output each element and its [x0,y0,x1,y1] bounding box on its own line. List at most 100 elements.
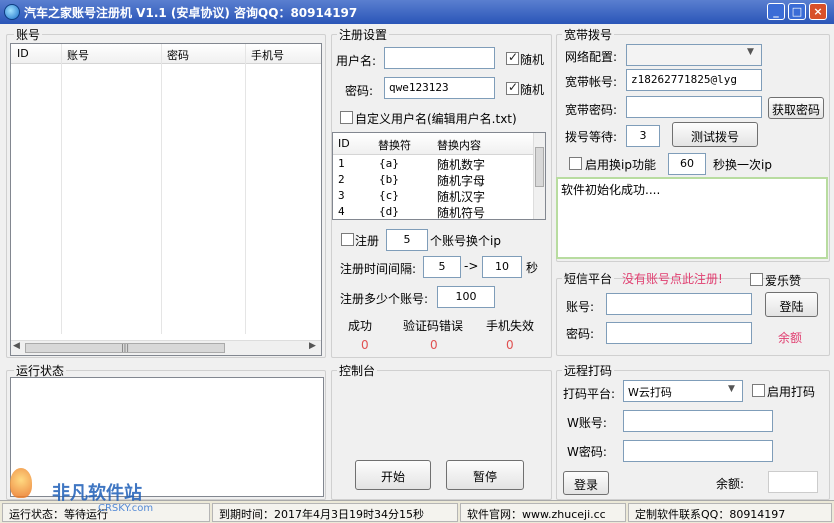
sms-login-button[interactable]: 登陆 [765,292,818,317]
stat-phone-value: 0 [506,338,514,352]
interval-label: 注册时间间隔: [340,262,417,276]
table-row[interactable]: 3 {c} 随机汉字 [333,188,533,204]
bb-account-label: 宽带帐号: [565,75,618,89]
row-id: 1 [338,157,345,170]
table-row[interactable]: 2 {b} 随机字母 [333,172,533,188]
sms-account-label: 账号: [566,300,595,314]
username-input[interactable] [384,47,495,69]
password-random-checkbox[interactable] [506,80,519,95]
enable-ip-checkbox[interactable] [569,157,582,170]
chevron-down-icon[interactable]: ▼ [747,47,754,57]
sms-register-link[interactable]: 没有账号点此注册! [622,270,723,287]
watermark-text: 非凡软件站 [52,483,142,504]
scroll-thumb[interactable]: ||| [25,343,225,353]
col-password[interactable]: 密码 [167,47,189,63]
title-bar: 汽车之家账号注册机 V1.1 (安卓协议) 咨询QQ：80914197 _ □ … [0,0,834,24]
username-random-checkbox[interactable] [506,50,519,65]
register-switch-checkbox[interactable] [341,233,354,246]
row-symbol: {d} [379,205,399,218]
sms-password-input[interactable] [606,322,752,344]
custom-username-label: 自定义用户名(编辑用户名.txt) [355,112,517,126]
interval-to-input[interactable]: 10 [482,256,522,278]
remote-account-label: W账号: [567,416,607,430]
pause-button[interactable]: 暂停 [446,460,524,490]
replace-table-scrollbar[interactable] [533,133,545,219]
row-content: 随机汉字 [437,190,486,204]
replace-col-id[interactable]: ID [338,137,350,150]
horizontal-scrollbar[interactable]: ◀ ||| ▶ [11,340,321,355]
password-label: 密码: [345,84,374,98]
close-button[interactable]: × [809,3,827,20]
bb-password-label: 宽带密码: [565,103,618,117]
scroll-left-icon[interactable]: ◀ [13,341,20,351]
log-textarea[interactable]: 软件初始化成功.... [556,177,828,259]
replace-rows: 1 {a} 随机数字 2 {b} 随机字母 3 {c} 随机汉字 4 {d} 随… [333,156,533,219]
scroll-thumb[interactable] [535,147,544,187]
replace-col-symbol[interactable]: 替换符 [378,137,411,153]
total-input[interactable]: 100 [437,286,495,308]
scroll-right-icon[interactable]: ▶ [309,341,316,351]
dial-wait-label: 拨号等待: [565,130,618,144]
row-content: 随机字母 [437,174,486,188]
replace-col-content[interactable]: 替换内容 [437,137,481,153]
col-id[interactable]: ID [17,47,29,60]
interval-seconds: 秒 [526,261,539,275]
watermark-logo-icon [10,468,32,498]
log-text: 软件初始化成功.... [561,183,661,197]
get-password-button[interactable]: 获取密码 [768,97,824,119]
interval-from-input[interactable]: 5 [423,256,461,278]
remote-account-input[interactable] [623,410,773,432]
col-phone[interactable]: 手机号 [251,47,284,63]
register-count-input[interactable]: 5 [386,229,428,251]
remote-title: 远程打码 [562,362,615,379]
row-symbol: {c} [379,189,399,202]
dial-wait-input[interactable]: 3 [626,125,660,147]
sms-password-label: 密码: [566,327,595,341]
watermark-sub: CRSKY.com [98,503,154,514]
row-id: 2 [338,173,345,186]
replace-table-header: ID 替换符 替换内容 [333,133,545,155]
table-row[interactable]: 1 {a} 随机数字 [333,156,533,172]
stat-captcha-value: 0 [430,338,438,352]
bb-account-input[interactable]: z18262771825@lyg [626,69,762,91]
platform-select[interactable]: W云打码 [623,380,743,402]
remote-balance-value [768,471,818,493]
maximize-button[interactable]: □ [788,3,806,20]
bb-password-input[interactable] [626,96,762,118]
window-title: 汽车之家账号注册机 V1.1 (安卓协议) 咨询QQ：80914197 [24,6,358,20]
aile-checkbox[interactable] [750,273,763,286]
remote-balance-label: 余额: [716,477,745,491]
custom-username-checkbox[interactable] [340,111,353,124]
row-id: 3 [338,189,345,202]
minimize-button[interactable]: _ [767,3,785,20]
remote-login-button[interactable]: 登录 [563,471,609,495]
aile-label: 爱乐赞 [765,274,802,288]
status-expire: 到期时间：2017年4月3日19时34分15秒 [212,503,458,522]
register-switch-label: 注册 [355,234,380,248]
test-dial-button[interactable]: 测试拨号 [672,122,758,147]
remote-password-label: W密码: [567,445,607,459]
interval-arrow: -> [464,259,479,273]
sms-title: 短信平台 [562,270,615,287]
start-button[interactable]: 开始 [355,460,431,490]
network-select[interactable] [626,44,762,66]
remote-password-input[interactable] [623,440,773,462]
col-divider [61,44,62,334]
broadband-title: 宽带拨号 [562,26,615,43]
sms-account-input[interactable] [606,293,752,315]
enable-captcha-label: 启用打码 [767,385,816,399]
stat-phone-label: 手机失效 [486,319,535,333]
table-row[interactable]: 4 {d} 随机符号 [333,204,533,219]
col-account[interactable]: 账号 [67,47,89,63]
enable-captcha-checkbox[interactable] [752,384,765,397]
col-divider [161,44,162,334]
password-input[interactable]: qwe123123 [384,77,495,99]
stat-captcha-label: 验证码错误 [403,319,464,333]
ip-seconds-input[interactable]: 60 [668,153,706,175]
accounts-table[interactable]: ID 账号 密码 手机号 ◀ ||| ▶ [10,43,322,356]
replace-table[interactable]: ID 替换符 替换内容 1 {a} 随机数字 2 {b} 随机字母 3 {c} … [332,132,546,220]
status-website[interactable]: 软件官网：www.zhuceji.cc [460,503,626,522]
stat-success-value: 0 [361,338,369,352]
chevron-down-icon[interactable]: ▼ [728,384,735,394]
status-contact: 定制软件联系QQ：80914197 [628,503,832,522]
